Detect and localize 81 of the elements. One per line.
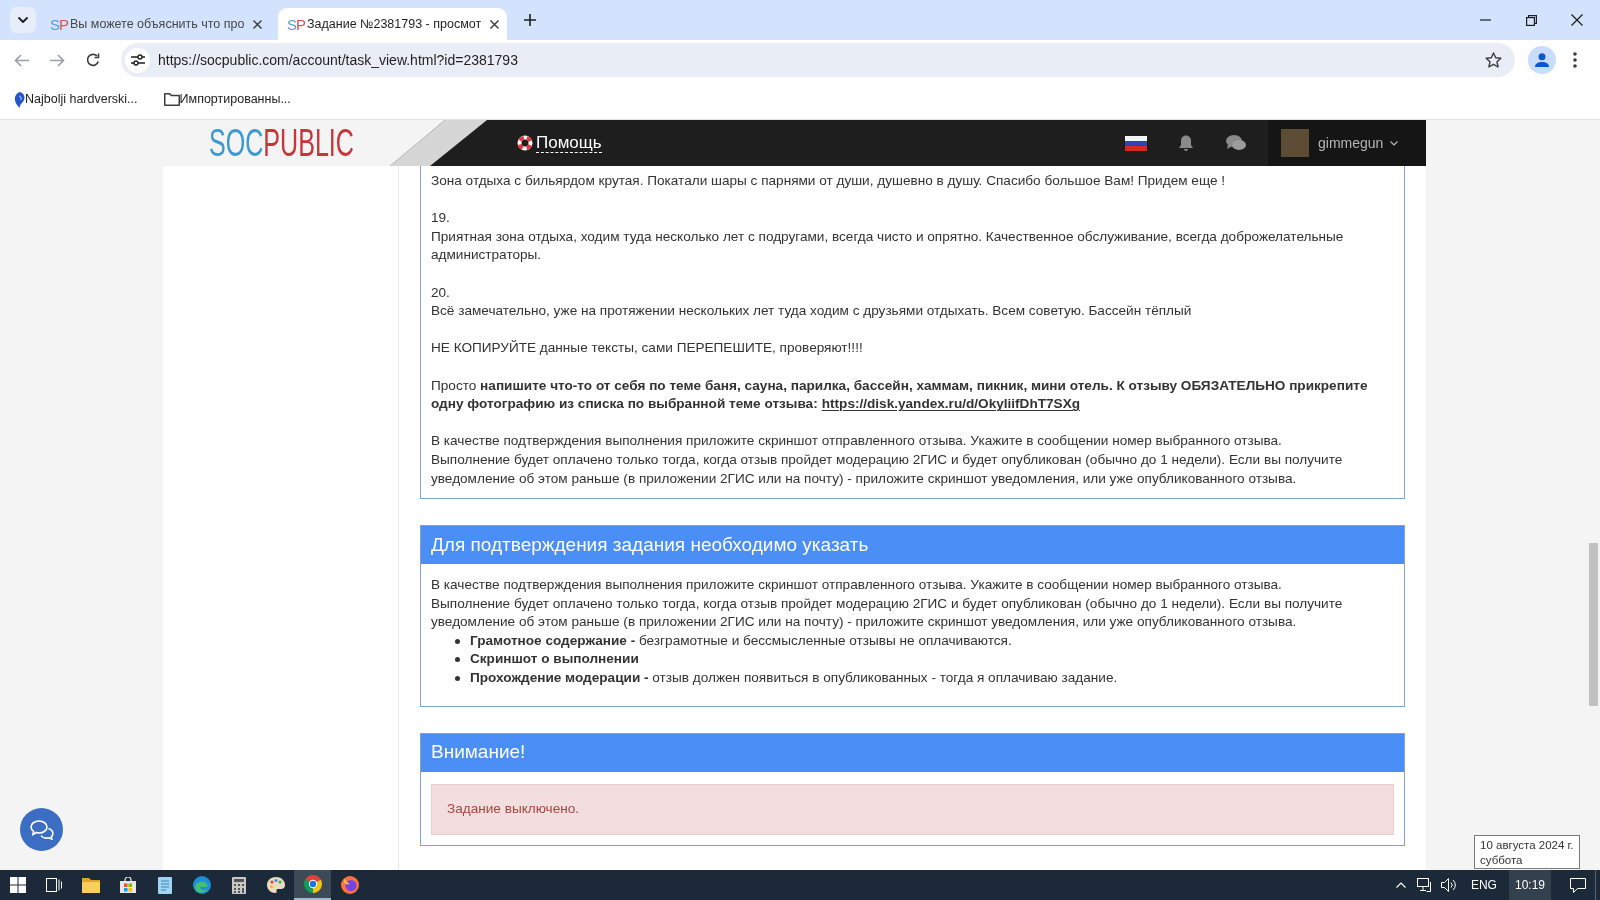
tune-icon <box>130 54 145 66</box>
chat-bubbles-icon <box>1226 135 1246 151</box>
star-icon <box>1484 52 1502 68</box>
shopping-bag-icon <box>119 877 136 893</box>
tab-favicon: SP <box>287 16 305 32</box>
reload-icon <box>86 53 100 67</box>
user-menu-button[interactable]: gimmegun <box>1268 120 1426 166</box>
messages-button[interactable] <box>1226 135 1246 151</box>
review-text: Приятная зона отдыха, ходим туда несколько лет с подругами, всегда чисто и опрятно. Качественное обслуживание, всегда доброжелательные администраторы. <box>431 227 1345 265</box>
bullet-icon <box>455 638 460 644</box>
tooltip-weekday: суббота <box>1480 853 1524 868</box>
close-icon <box>1571 14 1583 26</box>
plus-icon <box>524 14 536 26</box>
panel-title: Внимание! <box>421 733 1404 772</box>
browser-tab[interactable]: SP Вы можете объяснить что про <box>41 8 270 40</box>
avatar-placeholder <box>1281 129 1309 157</box>
instruction-text: Просто напишите что-то от себя по теме баня, сауна, парилка, бассейн, хаммам, пикник, мини отель. К отзыву ОБЯЗАТЕЛЬНО прикрепите одну фотографию из списка по выбранной теме отзыва: https://disk.yandex.ru/d/OkyliifDhT7SXg <box>431 376 1369 414</box>
folder-icon <box>81 877 100 893</box>
panel-title: Для подтверждения задания необходимо указать <box>421 526 1404 565</box>
requirement-text: Скриншот о выполнении <box>470 650 639 669</box>
tooltip-date: 10 августа 2024 г. <box>1480 838 1574 853</box>
scrollbar-thumb[interactable] <box>1589 543 1598 706</box>
restore-icon <box>1525 14 1537 26</box>
help-link[interactable]: Помощь <box>517 120 602 166</box>
browser-tab[interactable]: SPЗадание №2381793 - просмот <box>278 8 507 40</box>
url-field[interactable]: https://socpublic.com/account/task_view.html?id=2381793 <box>158 49 518 71</box>
forward-arrow-icon <box>49 53 65 67</box>
link[interactable]: https://disk.yandex.ru/d/OkyliifDhT7SXg <box>821 396 1081 412</box>
lifebuoy-icon <box>517 135 533 151</box>
folder-icon <box>163 93 180 106</box>
taskbar-app-button[interactable] <box>294 870 331 900</box>
review-text: Зона отдыха с бильярдом крутая. Покатали шары с парнями от души, душевно в душу. Спасибо большое Вам! Придем еще ! <box>431 172 1227 190</box>
chat-bubbles-icon <box>29 819 54 840</box>
site-info-button[interactable] <box>125 47 150 73</box>
fox-logo-icon <box>340 876 359 894</box>
review-text: Всё замечательно, уже на протяжении нескольких лет туда ходим с друзьями отдыхать. Всем советую. Бассейн тёплый <box>431 302 1193 321</box>
windows-logo-icon <box>9 877 26 893</box>
bullet-icon <box>455 675 460 681</box>
minimize-icon <box>1479 19 1491 21</box>
bookmark-item[interactable]: Импортированны... <box>161 85 293 114</box>
instruction-text: В качестве подтверждения выполнения приложите скриншот отправленного отзыва. Укажите в сообщении номер выбранного отзыва. <box>431 432 1283 451</box>
message-icon <box>1570 877 1586 893</box>
notepad-icon <box>157 876 172 894</box>
instruction-text: Выполнение будет оплачено только тогда, когда отзыв пройдет модерацию 2ГИС и будет опубликован (обычно до 1 недели). Если вы получите уведомление об этом раньше (в приложении 2ГИС или на почту) - приложите скриншот уведомления, или уже опубликованного отзыва. <box>431 450 1344 488</box>
alert-message: Задание выключено. <box>431 783 1394 835</box>
requirement-text: Грамотное содержание - безграмотные и бессмысленные отзывы не оплачиваются. <box>470 631 1012 650</box>
chevron-down-icon <box>1390 140 1399 146</box>
requirement-text: Прохождение модерации - отзыв должен появиться в опубликованных - тогда я оплачиваю задание. <box>470 669 1118 688</box>
wave-logo-icon <box>192 876 211 894</box>
flag-icon <box>1125 135 1147 151</box>
palette-icon <box>266 877 285 893</box>
instruction-text: В качестве подтверждения выполнения приложите скриншот отправленного отзыва. Укажите в сообщении номер выбранного отзыва. <box>431 576 1283 595</box>
chevron-down-icon <box>18 17 28 23</box>
review-number: 20. <box>431 283 451 302</box>
menu-icon <box>1573 52 1577 68</box>
ring-logo-icon <box>303 875 322 893</box>
instruction-text: НЕ КОПИРУЙТЕ данные тексты, сами ПЕРЕПЕШИТЕ, проверяют!!!! <box>431 339 864 358</box>
language-button[interactable] <box>1125 135 1147 151</box>
bookmark-site-icon <box>14 91 25 108</box>
network-monitor-icon <box>1416 878 1433 892</box>
profile-button[interactable] <box>1528 46 1556 74</box>
chat-button[interactable] <box>20 808 63 851</box>
input-language-button[interactable]: ENG <box>1466 870 1501 900</box>
bullet-icon <box>455 657 460 663</box>
review-number: 19. <box>431 209 451 228</box>
clock-button[interactable]: 10:19 <box>1508 870 1551 900</box>
speaker-icon <box>1441 878 1457 892</box>
chevron-up-icon <box>1395 882 1406 888</box>
tab-list-button[interactable] <box>10 7 36 33</box>
bookmark-star-button[interactable] <box>1484 51 1502 69</box>
close-icon <box>252 19 262 29</box>
back-arrow-icon <box>13 53 29 67</box>
task-view-icon <box>45 878 62 892</box>
bookmark-item[interactable]: Najbolji hardverski... <box>12 85 140 114</box>
person-icon <box>1535 53 1549 67</box>
instruction-text: Выполнение будет оплачено только тогда, когда отзыв пройдет модерацию 2ГИС и будет опубликован (обычно до 1 недели). Если вы получите уведомление об этом раньше (в приложении 2ГИС или на почту) - приложите скриншот уведомления, или уже опубликованного отзыва. <box>431 594 1344 632</box>
close-icon <box>489 19 499 29</box>
calculator-icon <box>231 876 246 894</box>
bell-icon <box>1178 134 1194 152</box>
tab-favicon: SP <box>50 16 68 32</box>
site-logo[interactable]: SOCPUBLIC <box>209 124 354 162</box>
